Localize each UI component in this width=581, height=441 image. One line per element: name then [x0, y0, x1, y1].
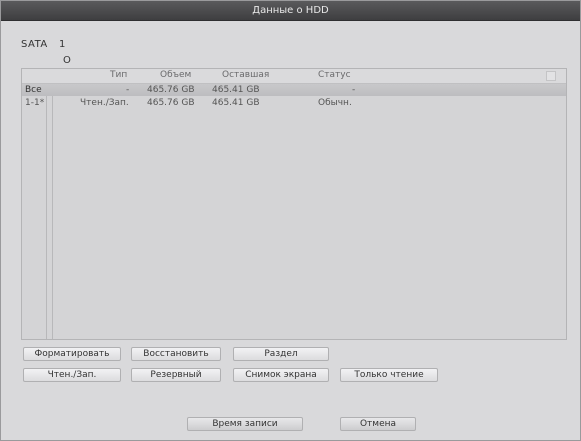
table-divider [46, 69, 47, 339]
read-write-button[interactable]: Чтен./Зап. [23, 368, 121, 382]
table-divider [52, 69, 53, 339]
partition-button[interactable]: Раздел [233, 347, 329, 361]
row-status: - [352, 85, 356, 95]
disk-number: 1 [59, 39, 66, 50]
read-only-button[interactable]: Только чтение [340, 368, 438, 382]
restore-button[interactable]: Восстановить [131, 347, 221, 361]
disk-status-indicator: O [63, 55, 71, 66]
row-id: 1-1* [25, 98, 45, 108]
cancel-button[interactable]: Отмена [340, 417, 416, 431]
table-row[interactable]: 1-1* Чтен./Зап. 465.76 GB 465.41 GB Обыч… [22, 97, 566, 109]
header-remaining[interactable]: Оставшая [222, 70, 269, 80]
row-remaining: 465.41 GB [212, 85, 260, 95]
hdd-table: Тип Объем Оставшая Статус Все - 465.76 G… [21, 68, 567, 340]
row-id: Все [25, 85, 42, 95]
hdd-info-window: Данные о HDD SATA 1 O Тип Объем Оставшая… [0, 0, 581, 441]
header-capacity[interactable]: Объем [160, 70, 191, 80]
snapshot-button[interactable]: Снимок экрана [233, 368, 329, 382]
row-type: - [126, 85, 130, 95]
header-type[interactable]: Тип [110, 70, 127, 80]
header-status[interactable]: Статус [318, 70, 351, 80]
window-title: Данные о HDD [1, 1, 580, 21]
backup-button[interactable]: Резервный [131, 368, 221, 382]
table-header: Тип Объем Оставшая Статус [22, 69, 566, 84]
record-time-button[interactable]: Время записи [187, 417, 303, 431]
row-status: Обычн. [318, 98, 352, 108]
row-remaining: 465.41 GB [212, 98, 260, 108]
table-row[interactable]: Все - 465.76 GB 465.41 GB - [22, 84, 566, 96]
row-capacity: 465.76 GB [147, 98, 195, 108]
row-type: Чтен./Зап. [80, 98, 129, 108]
column-settings-icon[interactable] [546, 71, 556, 81]
disk-label: SATA [21, 39, 48, 50]
format-button[interactable]: Форматировать [23, 347, 121, 361]
row-capacity: 465.76 GB [147, 85, 195, 95]
